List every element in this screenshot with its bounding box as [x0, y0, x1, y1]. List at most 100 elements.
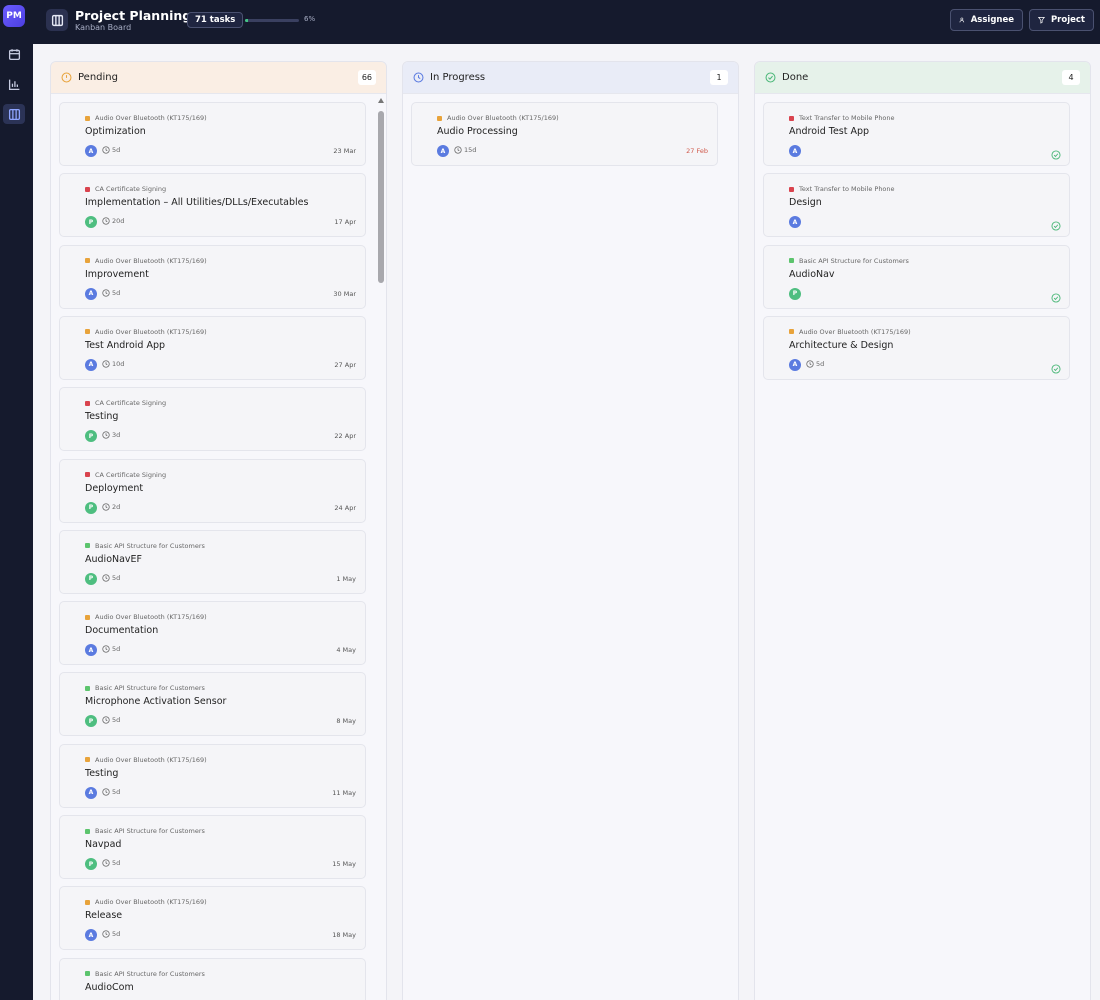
task-card[interactable]: Audio Over Bluetooth (KT175/169) Document…: [59, 601, 366, 666]
project-color-dot: [437, 115, 442, 121]
project-filter-button[interactable]: Project: [1029, 9, 1094, 31]
card-project-name: Audio Over Bluetooth (KT175/169): [95, 613, 207, 622]
scroll-thumb[interactable]: [378, 111, 384, 283]
card-title: Release: [85, 910, 123, 922]
project-color-dot: [85, 258, 90, 264]
card-duration: 15d: [454, 146, 476, 154]
avatar: A: [789, 358, 801, 371]
avatar: A: [85, 145, 97, 157]
sidebar: PM: [0, 0, 33, 1000]
kanban-icon: [8, 108, 20, 120]
task-card[interactable]: CA Certificate Signing Testing P 3d 22 Apr: [59, 387, 366, 452]
project-color-dot: [85, 971, 90, 977]
assignee-filter-button[interactable]: Assignee: [950, 9, 1023, 31]
avatar: A: [85, 786, 97, 799]
card-duration-value: 5d: [112, 573, 121, 582]
task-card[interactable]: CA Certificate Signing Implementation – A…: [59, 173, 366, 238]
clock-icon: [413, 72, 424, 83]
clock-icon: [102, 146, 110, 154]
sidebar-item-calendar[interactable]: [3, 44, 25, 64]
avatar: A: [85, 929, 97, 942]
card-title: AudioCom: [85, 981, 134, 993]
clock-icon: [454, 146, 462, 154]
avatar: P: [789, 287, 801, 300]
app-logo[interactable]: PM: [3, 5, 25, 27]
project-color-dot: [85, 899, 90, 905]
card-project-tag: CA Certificate Signing: [85, 185, 166, 193]
card-duration-value: 2d: [112, 502, 121, 511]
card-title: Implementation – All Utilities/DLLs/Exec…: [85, 197, 309, 209]
card-due-date: 23 Mar: [333, 147, 356, 155]
page-subtitle: Kanban Board: [75, 23, 132, 32]
card-project-name: Audio Over Bluetooth (KT175/169): [95, 114, 207, 122]
avatar: A: [85, 358, 97, 371]
card-project-tag: Audio Over Bluetooth (KT175/169): [437, 114, 559, 122]
card-due-date: 8 May: [336, 717, 356, 726]
clock-icon: [102, 431, 110, 439]
card-done-indicator: [1051, 288, 1061, 303]
project-color-dot: [789, 115, 794, 121]
task-card[interactable]: Audio Over Bluetooth (KT175/169) Audio Pr…: [411, 102, 718, 166]
card-project-name: Audio Over Bluetooth (KT175/169): [95, 256, 207, 265]
card-duration: 5d: [102, 716, 120, 724]
card-duration-value: 5d: [112, 787, 121, 796]
task-card[interactable]: Audio Over Bluetooth (KT175/169) Testing A…: [59, 743, 366, 808]
task-card[interactable]: Audio Over Bluetooth (KT175/169) Improvem…: [59, 244, 366, 309]
check-circle-icon: [1051, 150, 1061, 160]
project-color-dot: [85, 828, 90, 834]
project-color-dot: [85, 329, 90, 335]
task-card[interactable]: Audio Over Bluetooth (KT175/169) Test And…: [59, 315, 366, 380]
card-due-date: 4 May: [336, 646, 356, 655]
progress-percentage: 6%: [304, 15, 316, 23]
card-duration-value: 5d: [112, 716, 121, 725]
task-card[interactable]: CA Certificate Signing Deployment P 2d 24 Ap…: [59, 458, 366, 523]
top-header: Project Planning Kanban Board 71 tasks 6…: [33, 0, 1100, 44]
card-title: Deployment: [85, 482, 144, 494]
task-card[interactable]: Audio Over Bluetooth (KT175/169) Optimiza…: [59, 102, 366, 166]
card-title: Optimization: [85, 126, 146, 137]
card-project-name: Audio Over Bluetooth (KT175/169): [95, 898, 207, 907]
scroll-up-arrow[interactable]: [378, 98, 384, 103]
project-color-dot: [85, 614, 90, 620]
project-filter-label: Project: [1050, 15, 1085, 25]
scrollbar[interactable]: [377, 98, 384, 1000]
clock-icon: [102, 574, 110, 582]
check-circle-icon: [1051, 364, 1061, 374]
task-card[interactable]: Audio Over Bluetooth (KT175/169) Release A…: [59, 886, 366, 951]
card-project-tag: Text Transfer to Mobile Phone: [789, 185, 895, 193]
column-count: 66: [357, 70, 376, 85]
card-title: Documentation: [85, 625, 159, 637]
card-title: AudioNavEF: [85, 553, 143, 565]
card-title: Android Test App: [789, 126, 870, 137]
card-project-tag: Basic API Structure for Customers: [789, 257, 909, 265]
task-card[interactable]: Basic API Structure for Customers AudioNa…: [59, 529, 366, 594]
clock-icon: [102, 288, 110, 297]
project-color-dot: [85, 400, 90, 406]
card-title: Design: [789, 197, 822, 209]
task-card[interactable]: Basic API Structure for Customers Navpad P…: [59, 815, 366, 879]
card-duration-value: 5d: [112, 645, 121, 654]
task-card[interactable]: Text Transfer to Mobile Phone Android Tes…: [763, 102, 1070, 166]
sidebar-item-analytics[interactable]: [3, 74, 25, 94]
card-project-tag: Audio Over Bluetooth (KT175/169): [85, 328, 207, 336]
task-card[interactable]: Audio Over Bluetooth (KT175/169) Architec…: [763, 315, 1070, 380]
project-color-dot: [85, 115, 90, 121]
task-card[interactable]: Text Transfer to Mobile Phone Design A: [763, 173, 1070, 238]
project-color-dot: [85, 186, 90, 192]
check-circle-icon: [1051, 293, 1061, 303]
card-duration-value: 15d: [464, 146, 477, 154]
card-duration: 5d: [102, 645, 120, 653]
card-project-name: Audio Over Bluetooth (KT175/169): [95, 327, 207, 336]
task-card[interactable]: Basic API Structure for Customers AudioCo…: [59, 957, 366, 1000]
card-due-date: 15 May: [332, 860, 356, 868]
avatar: P: [85, 858, 97, 870]
task-card[interactable]: Basic API Structure for Customers Microph…: [59, 672, 366, 737]
avatar: A: [85, 644, 97, 657]
card-project-name: Basic API Structure for Customers: [95, 969, 205, 978]
sidebar-item-kanban[interactable]: [3, 104, 25, 124]
card-project-name: Text Transfer to Mobile Phone: [799, 114, 895, 122]
card-project-tag: Audio Over Bluetooth (KT175/169): [85, 613, 207, 621]
avatar: A: [789, 145, 801, 157]
task-card[interactable]: Basic API Structure for Customers AudioNa…: [763, 244, 1070, 309]
board-icon: [46, 9, 68, 31]
